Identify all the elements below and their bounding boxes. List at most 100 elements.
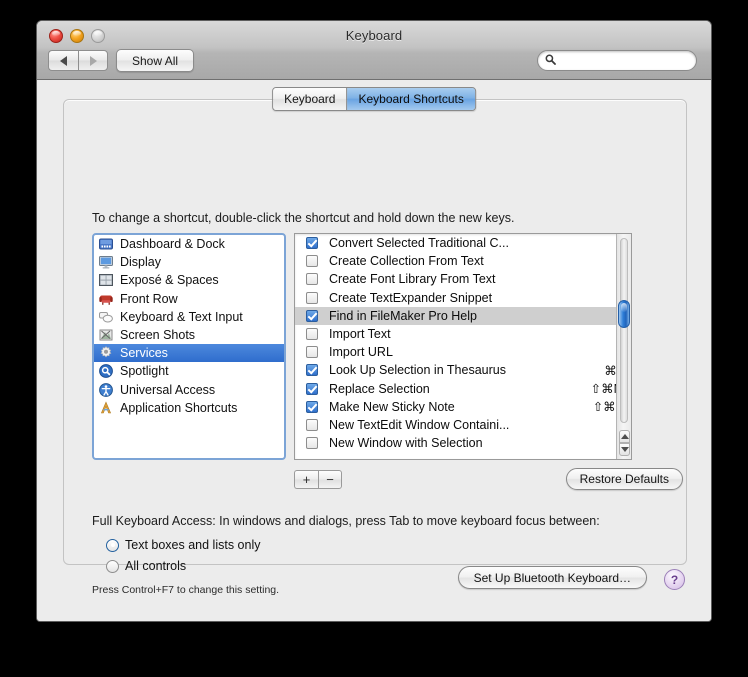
chevron-down-icon — [620, 447, 629, 452]
help-button[interactable]: ? — [664, 569, 685, 590]
remove-shortcut-button[interactable]: − — [318, 470, 342, 489]
chevron-up-icon — [620, 434, 629, 439]
shortcut-checkbox-cell[interactable] — [295, 328, 329, 341]
set-up-bluetooth-keyboard-button[interactable]: Set Up Bluetooth Keyboard… — [457, 566, 647, 589]
keyboard-preferences-window: Keyboard Show All Keyboard Keyboard Shor… — [36, 20, 712, 622]
table-row[interactable]: Create Collection From Text — [295, 252, 631, 270]
checkbox-icon[interactable] — [306, 273, 318, 286]
checkbox-icon[interactable] — [306, 364, 318, 377]
scroll-up-button[interactable] — [619, 430, 630, 443]
checkbox-icon[interactable] — [306, 400, 318, 413]
shortcut-checkbox-cell[interactable] — [295, 400, 329, 413]
sidebar-item-label: Spotlight — [120, 364, 169, 379]
shortcut-name: New TextEdit Window Containi... — [329, 417, 510, 432]
search-field[interactable] — [537, 50, 697, 71]
restore-defaults-button[interactable]: Restore Defaults — [565, 468, 683, 490]
table-row[interactable]: New Window with Selection — [295, 434, 631, 452]
window-title: Keyboard — [345, 28, 403, 43]
shortcuts-list[interactable]: Convert Selected Traditional C... Create… — [294, 233, 632, 460]
shortcut-checkbox-cell[interactable] — [295, 382, 329, 395]
tab-keyboard[interactable]: Keyboard — [273, 88, 347, 110]
left-arrow-icon — [60, 55, 67, 66]
checkbox-icon[interactable] — [306, 237, 318, 250]
sidebar-item-universal-access[interactable]: Universal Access — [94, 381, 284, 399]
table-row[interactable]: Replace Selection ⇧⌘M — [295, 380, 631, 398]
radio-text-boxes-and-lists-only[interactable]: Text boxes and lists only — [106, 538, 261, 552]
search-icon — [545, 52, 556, 70]
shortcut-checkbox-cell[interactable] — [295, 346, 329, 359]
shortcut-name: Convert Selected Traditional C... — [329, 236, 509, 251]
sidebar-item-expose-spaces[interactable]: Exposé & Spaces — [94, 271, 284, 289]
shortcut-name: Replace Selection — [329, 381, 430, 396]
sidebar-item-front-row[interactable]: Front Row — [94, 290, 284, 308]
window-titlebar: Keyboard Show All — [37, 21, 711, 80]
spotlight-icon — [98, 363, 114, 379]
radio-all-controls[interactable]: All controls — [106, 559, 186, 573]
tab-bar: Keyboard Keyboard Shortcuts — [272, 87, 476, 111]
checkbox-icon[interactable] — [306, 309, 318, 322]
radio-button-icon[interactable] — [106, 559, 119, 573]
sidebar-item-spotlight[interactable]: Spotlight — [94, 362, 284, 380]
table-row[interactable]: New TextEdit Window Containi... — [295, 416, 631, 434]
table-row[interactable]: Make New Sticky Note ⇧⌘Y — [295, 398, 631, 416]
checkbox-icon[interactable] — [306, 437, 318, 450]
sidebar-item-keyboard-text-input[interactable]: Keyboard & Text Input — [94, 308, 284, 326]
table-row[interactable]: Look Up Selection in Thesaurus ⌘< — [295, 361, 631, 379]
shortcut-name: Import Text — [329, 327, 391, 342]
scrollbar-thumb[interactable] — [618, 300, 630, 328]
dashboard-dock-icon — [98, 236, 114, 252]
shortcut-checkbox-cell[interactable] — [295, 418, 329, 431]
shortcut-checkbox-cell[interactable] — [295, 291, 329, 304]
forward-button[interactable] — [78, 50, 108, 71]
window-body: Keyboard Keyboard Shortcuts To change a … — [37, 80, 711, 621]
scrollbar-groove[interactable] — [620, 238, 628, 423]
shortcut-name: Look Up Selection in Thesaurus — [329, 363, 506, 378]
shortcut-checkbox-cell[interactable] — [295, 237, 329, 250]
sidebar-item-screen-shots[interactable]: Screen Shots — [94, 326, 284, 344]
shortcut-name: Find in FileMaker Pro Help — [329, 308, 477, 323]
sidebar-item-services[interactable]: Services — [94, 344, 284, 363]
checkbox-icon[interactable] — [306, 291, 318, 304]
shortcut-checkbox-cell[interactable] — [295, 273, 329, 286]
front-row-icon — [98, 291, 114, 307]
table-row[interactable]: Find in FileMaker Pro Help — [295, 306, 631, 325]
sidebar-item-label: Dashboard & Dock — [120, 237, 225, 252]
search-input[interactable] — [560, 52, 685, 69]
shortcut-checkbox-cell[interactable] — [295, 309, 329, 322]
keyboard-text-input-icon — [98, 309, 114, 325]
sidebar-item-label: Exposé & Spaces — [120, 273, 219, 288]
table-row[interactable]: Create TextExpander Snippet — [295, 289, 631, 307]
sidebar-item-label: Universal Access — [120, 382, 216, 397]
sidebar-item-label: Services — [120, 346, 168, 361]
checkbox-icon[interactable] — [306, 255, 318, 268]
application-shortcuts-icon — [98, 400, 114, 416]
checkbox-icon[interactable] — [306, 328, 318, 341]
checkbox-icon[interactable] — [306, 382, 318, 395]
shortcut-name: Import URL — [329, 345, 393, 360]
scroll-down-button[interactable] — [619, 443, 630, 456]
show-all-button[interactable]: Show All — [116, 49, 195, 72]
shortcut-checkbox-cell[interactable] — [295, 364, 329, 377]
table-row[interactable]: Import URL — [295, 343, 631, 361]
radio-button-icon[interactable] — [106, 538, 119, 552]
vertical-scrollbar[interactable] — [616, 234, 631, 459]
table-row[interactable]: Import Text — [295, 325, 631, 343]
sidebar-item-application-shortcuts[interactable]: Application Shortcuts — [94, 399, 284, 417]
shortcut-checkbox-cell[interactable] — [295, 437, 329, 450]
shortcut-checkbox-cell[interactable] — [295, 255, 329, 268]
right-arrow-icon — [89, 55, 97, 66]
table-row[interactable]: Convert Selected Traditional C... — [295, 234, 631, 252]
list-edit-buttons: + − — [294, 470, 342, 489]
display-icon — [98, 254, 114, 270]
sidebar-item-display[interactable]: Display — [94, 253, 284, 271]
category-list[interactable]: Dashboard & Dock Display Exposé & Spaces… — [92, 233, 286, 460]
checkbox-icon[interactable] — [306, 418, 318, 431]
sidebar-item-dashboard-dock[interactable]: Dashboard & Dock — [94, 235, 284, 253]
checkbox-icon[interactable] — [306, 346, 318, 359]
instruction-text: To change a shortcut, double-click the s… — [92, 211, 515, 225]
tab-keyboard-shortcuts[interactable]: Keyboard Shortcuts — [346, 88, 475, 110]
add-shortcut-button[interactable]: + — [294, 470, 318, 489]
back-button[interactable] — [48, 50, 78, 71]
table-row[interactable]: Create Font Library From Text — [295, 270, 631, 288]
full-keyboard-access-note: Press Control+F7 to change this setting. — [92, 584, 280, 596]
